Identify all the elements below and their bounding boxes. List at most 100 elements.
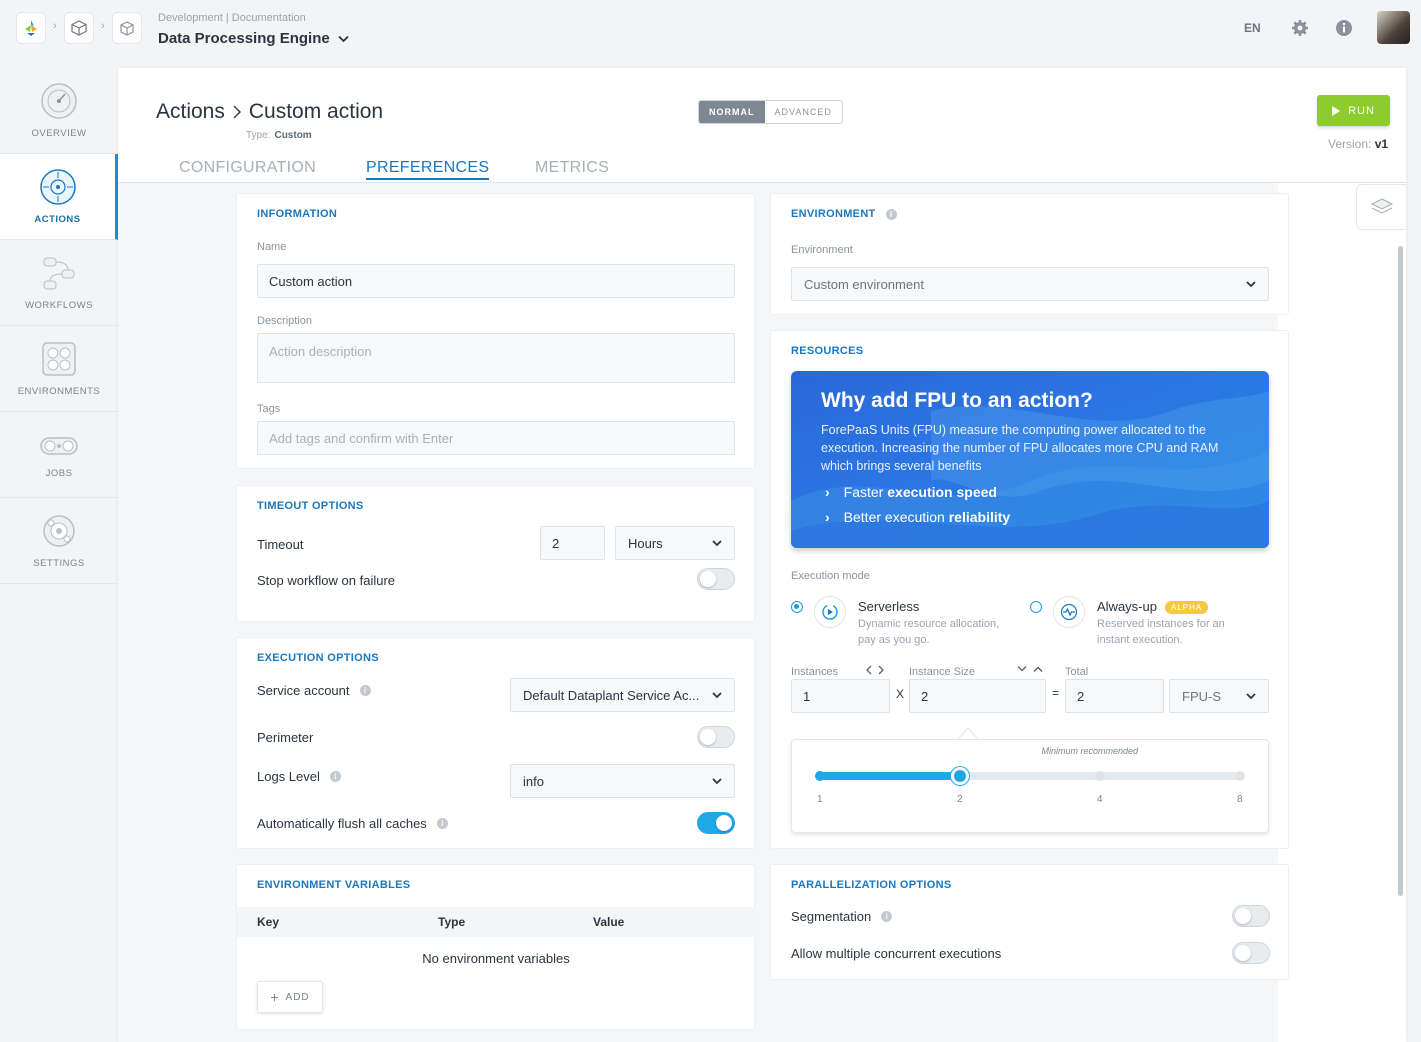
chevron-up-icon[interactable] — [1033, 665, 1043, 673]
language-selector[interactable]: EN — [1244, 21, 1261, 35]
section-title: EXECUTION OPTIONS — [257, 652, 379, 664]
slider-stop-dot[interactable] — [815, 771, 825, 781]
description-input[interactable]: Action description — [257, 333, 735, 383]
mode-advanced-button[interactable]: ADVANCED — [764, 101, 842, 123]
logs-level-value: info — [523, 773, 544, 789]
chevron-down-icon — [712, 777, 722, 784]
mode-normal-button[interactable]: NORMAL — [699, 101, 765, 123]
run-button[interactable]: RUN — [1317, 95, 1390, 126]
gear-icon — [43, 515, 75, 547]
bullet-text: Better execution — [843, 509, 945, 525]
always-up-title-row[interactable]: Always-up ALPHA — [1097, 599, 1209, 615]
timeout-card: TIMEOUT OPTIONS Timeout 2 Hours Stop wor… — [236, 485, 755, 622]
info-icon[interactable]: i — [329, 771, 341, 782]
chevron-down-icon[interactable] — [1017, 665, 1027, 673]
banner-bullet: › Better execution reliability — [825, 509, 1010, 525]
add-variable-button[interactable]: + ADD — [257, 981, 323, 1013]
chevron-down-icon — [712, 691, 722, 698]
code-arrows-icon[interactable] — [866, 665, 884, 675]
project-cube-icon[interactable] — [64, 12, 94, 44]
env-table-header: Key Type Value — [237, 907, 755, 937]
service-account-select[interactable]: Default Dataplant Service Ac... — [510, 678, 735, 712]
slider-handle[interactable] — [951, 767, 969, 785]
slider-tick-label: 2 — [957, 794, 963, 805]
environment-select[interactable]: Custom environment — [791, 267, 1269, 301]
app-logo-icon[interactable] — [16, 12, 46, 44]
workflow-icon — [43, 257, 75, 290]
add-label: ADD — [285, 991, 310, 1003]
timeout-label: Timeout — [257, 537, 304, 552]
instances-input[interactable]: 1 — [791, 679, 890, 713]
sidebar-item-label: OVERVIEW — [31, 128, 87, 139]
serverless-title[interactable]: Serverless — [858, 599, 919, 614]
segmentation-toggle[interactable] — [1232, 905, 1270, 927]
info-icon[interactable]: i — [885, 208, 897, 220]
layers-icon — [1370, 198, 1393, 214]
sidebar-item-settings[interactable]: SETTINGS — [0, 498, 118, 584]
parallelization-card: PARALLELIZATION OPTIONS Segmentation i A… — [770, 864, 1289, 980]
section-title: ENVIRONMENT VARIABLES — [257, 879, 411, 891]
breadcrumb-parent[interactable]: Actions — [156, 100, 225, 124]
flush-caches-toggle[interactable] — [697, 812, 735, 834]
instance-size-input[interactable]: 2 — [909, 679, 1046, 713]
pointer-caret — [957, 727, 979, 740]
perimeter-label: Perimeter — [257, 730, 314, 745]
timeout-unit-select[interactable]: Hours — [615, 526, 735, 560]
tab-preferences[interactable]: PREFERENCES — [366, 159, 490, 180]
tab-metrics[interactable]: METRICS — [535, 159, 609, 177]
total-input[interactable]: 2 — [1065, 679, 1164, 713]
instances-label: Instances — [791, 666, 839, 678]
avatar[interactable] — [1377, 11, 1410, 44]
scrollbar[interactable] — [1398, 246, 1403, 896]
section-title: ENVIRONMENT — [791, 208, 876, 220]
layers-button[interactable] — [1356, 184, 1406, 230]
slider-stop-dot[interactable] — [1235, 771, 1245, 781]
perimeter-toggle[interactable] — [697, 726, 735, 748]
env-variables-card: ENVIRONMENT VARIABLES Key Type Value No … — [236, 864, 755, 1030]
slider-stop-dot[interactable] — [1095, 771, 1105, 781]
concurrent-label: Allow multiple concurrent executions — [791, 946, 1002, 961]
chevron-right-icon — [233, 105, 241, 119]
bullet-text: Faster — [843, 484, 884, 500]
breadcrumb[interactable]: Development | Documentation — [158, 12, 306, 24]
box-icon[interactable] — [112, 12, 142, 44]
info-icon[interactable]: i — [359, 685, 371, 696]
chevron-right-icon: › — [101, 20, 105, 32]
sidebar-item-workflows[interactable]: WORKFLOWS — [0, 240, 118, 326]
info-icon[interactable]: i — [436, 818, 448, 829]
play-icon — [1332, 105, 1341, 116]
fpu-unit-select[interactable]: FPU-S — [1169, 679, 1269, 713]
fpu-info-banner: Why add FPU to an action? ForePaaS Units… — [791, 371, 1269, 548]
segmentation-row: Segmentation i — [791, 909, 893, 924]
content-area: INFORMATION Name Custom action Descripti… — [118, 183, 1289, 1042]
stop-on-failure-label: Stop workflow on failure — [257, 573, 396, 588]
chevron-right-icon: › — [825, 509, 830, 525]
tags-input[interactable]: Add tags and confirm with Enter — [257, 421, 735, 455]
sidebar-item-jobs[interactable]: JOBS — [0, 412, 118, 498]
always-up-radio[interactable] — [1030, 601, 1042, 613]
timeout-input[interactable]: 2 — [540, 526, 605, 560]
sidebar-item-overview[interactable]: OVERVIEW — [0, 68, 118, 154]
chevron-down-icon — [1246, 692, 1256, 699]
project-selector[interactable]: Data Processing Engine — [158, 30, 349, 47]
sidebar-item-actions[interactable]: ACTIONS — [0, 154, 118, 240]
banner-text: ForePaaS Units (FPU) measure the computi… — [821, 423, 1219, 473]
concurrent-toggle[interactable] — [1232, 942, 1270, 964]
tab-configuration[interactable]: CONFIGURATION — [179, 159, 316, 177]
serverless-radio[interactable] — [791, 601, 803, 613]
logs-level-select[interactable]: info — [510, 764, 735, 798]
info-icon[interactable]: i — [881, 911, 893, 922]
type-row: Type: Custom — [246, 130, 312, 141]
section-title-row: ENVIRONMENT i — [791, 208, 897, 220]
stop-on-failure-toggle[interactable] — [697, 568, 735, 590]
service-account-row: Service account i — [257, 683, 371, 698]
name-label: Name — [257, 241, 287, 253]
chevron-down-icon — [712, 539, 722, 546]
name-input[interactable]: Custom action — [257, 264, 735, 298]
info-icon[interactable] — [1335, 19, 1353, 37]
always-up-description: Reserved instances for an instant execut… — [1097, 618, 1225, 646]
version: Version: v1 — [1328, 137, 1388, 151]
gear-icon[interactable] — [1291, 19, 1309, 37]
resources-card: RESOURCES Why add FPU to an action? Fore… — [770, 330, 1289, 849]
sidebar-item-environments[interactable]: ENVIRONMENTS — [0, 326, 118, 412]
